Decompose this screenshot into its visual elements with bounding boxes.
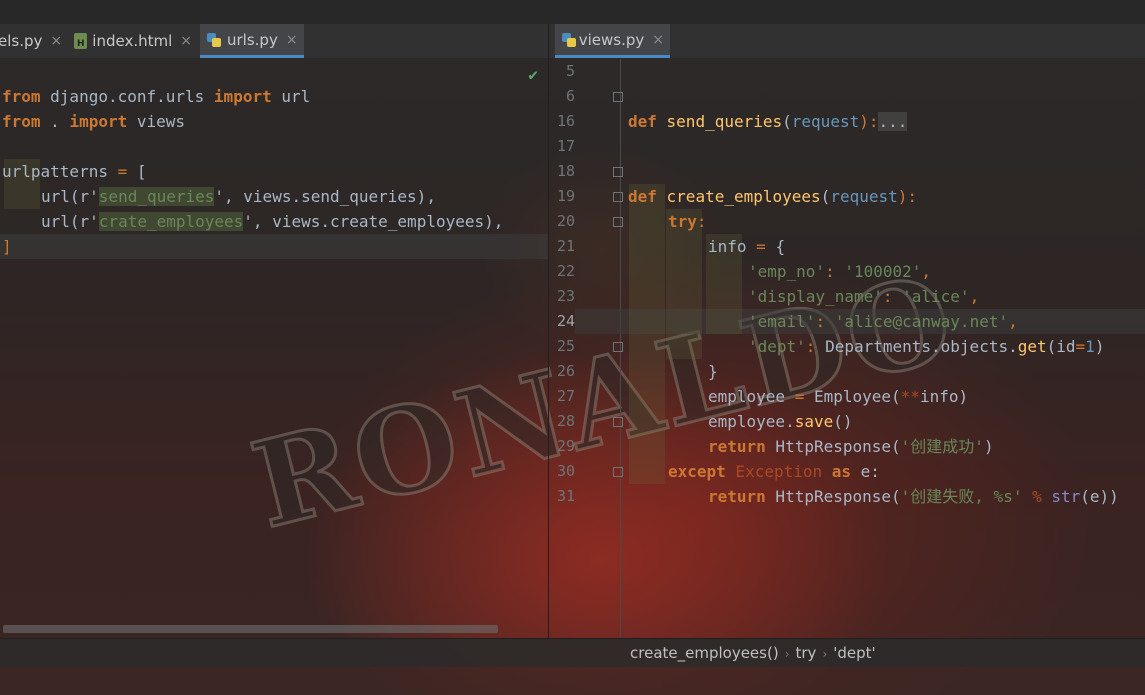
tab-label: views.py <box>578 30 645 49</box>
code-line: except Exception as e: <box>668 462 880 481</box>
left-editor-pane: els.py × index.html × urls.py × ✔ from d… <box>0 24 548 638</box>
code-line: def send_queries(request):... <box>628 112 908 131</box>
code-line: from django.conf.urls import url <box>2 87 311 106</box>
right-tab-bar: views.py × <box>549 24 1145 59</box>
tab-models-py[interactable]: els.py × <box>0 24 62 58</box>
chevron-right-icon: › <box>822 647 828 661</box>
close-icon[interactable]: × <box>286 32 298 48</box>
close-icon[interactable]: × <box>652 32 664 48</box>
code-line: from . import views <box>2 112 186 131</box>
current-line-highlight <box>0 234 548 259</box>
bottom-panel-strip <box>0 667 1145 695</box>
code-line: url(r'send_queries', views.send_queries)… <box>41 187 436 206</box>
tab-label: urls.py <box>227 30 278 49</box>
code-line: 'display_name': 'alice', <box>748 287 980 306</box>
code-line: try: <box>668 212 707 231</box>
right-editor-pane: views.py × 5 6 16 17 18 19 20 21 22 23 2… <box>549 24 1145 638</box>
code-line: 'dept': Departments.objects.get(id=1) <box>748 337 1105 356</box>
python-file-icon <box>206 32 222 48</box>
code-line: employee = Employee(**info) <box>708 387 969 406</box>
code-line: url(r'crate_employees', views.create_emp… <box>41 212 504 231</box>
left-tab-bar: els.py × index.html × urls.py × <box>0 24 548 59</box>
window-top-strip <box>0 0 1145 24</box>
right-code-editor[interactable]: 5 6 16 17 18 19 20 21 22 23 24 25 26 27 … <box>549 59 1145 638</box>
code-line: info = { <box>708 237 786 256</box>
close-icon[interactable]: × <box>180 33 192 49</box>
code-line: def create_employees(request): <box>628 187 918 206</box>
tab-index-html[interactable]: index.html × <box>68 24 198 58</box>
chevron-right-icon: › <box>784 647 790 661</box>
close-icon[interactable]: × <box>50 33 62 49</box>
code-line: 'email': 'alice@canway.net', <box>748 312 1018 331</box>
editor-breadcrumb-bar: create_employees() › try › 'dept' <box>0 638 1145 667</box>
breadcrumb-item[interactable]: try <box>796 644 817 662</box>
folded-code-placeholder: ... <box>878 112 908 131</box>
tab-label: index.html <box>92 32 173 50</box>
tab-urls-py[interactable]: urls.py × <box>200 24 304 58</box>
code-line: urlpatterns = [ <box>2 162 147 181</box>
code-line: employee.save() <box>708 412 853 431</box>
line-number: 5 <box>565 62 575 80</box>
code-line: return HttpResponse('创建失败, %s' % str(e)) <box>708 487 1119 506</box>
code-line: return HttpResponse('创建成功') <box>708 437 994 456</box>
tab-label: els.py <box>0 32 43 50</box>
html-file-icon <box>74 33 88 49</box>
code-line: ] <box>2 237 12 256</box>
horizontal-scrollbar[interactable] <box>3 625 498 633</box>
tab-views-py[interactable]: views.py × <box>555 24 670 58</box>
python-file-icon <box>561 32 576 48</box>
left-code-editor[interactable]: ✔ from django.conf.urls import url from … <box>0 59 548 638</box>
breadcrumb: create_employees() › try › 'dept' <box>630 639 876 667</box>
code-line: } <box>708 362 718 381</box>
breadcrumb-item[interactable]: 'dept' <box>833 644 875 662</box>
code-line: 'emp_no': '100002', <box>748 262 932 281</box>
breadcrumb-item[interactable]: create_employees() <box>630 644 779 662</box>
